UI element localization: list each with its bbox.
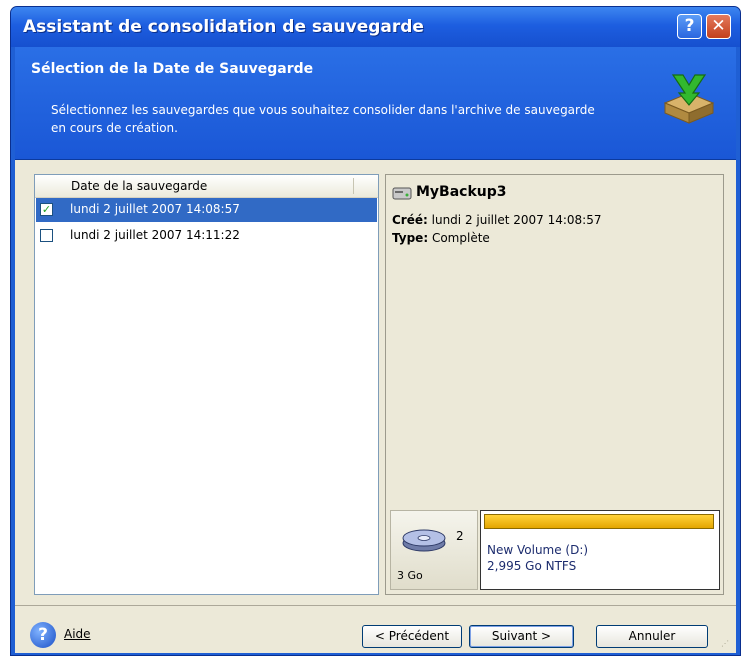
type-value: Complète: [431, 231, 490, 245]
volume-name: New Volume (D:): [487, 543, 589, 557]
type-label: Type:: [392, 231, 429, 245]
wizard-header: Sélection de la Date de Sauvegarde Sélec…: [15, 47, 736, 160]
previous-button[interactable]: < Précédent: [362, 625, 462, 648]
backup-archive-icon: [392, 187, 412, 200]
backup-name: MyBackup3: [416, 184, 507, 200]
backup-checkbox[interactable]: [40, 229, 53, 242]
backup-info-panel: MyBackup3 Créé: lundi 2 juillet 2007 14:…: [385, 174, 724, 595]
backup-checkbox[interactable]: ✓: [40, 203, 53, 216]
footer-divider: [15, 605, 736, 606]
volume-tile[interactable]: New Volume (D:) 2,995 Go NTFS: [480, 510, 720, 590]
volume-size-filesystem: 2,995 Go NTFS: [487, 559, 577, 573]
cancel-button[interactable]: Annuler: [596, 625, 708, 648]
dialog-client: Sélection de la Date de Sauvegarde Sélec…: [15, 47, 736, 653]
wizard-window: Assistant de consolidation de sauvegarde…: [10, 6, 741, 656]
step-title: Sélection de la Date de Sauvegarde: [31, 61, 314, 77]
list-item[interactable]: ✓ lundi 2 juillet 2007 14:08:57: [36, 198, 377, 222]
created-value: lundi 2 juillet 2007 14:08:57: [431, 213, 602, 227]
disk-tile[interactable]: 2 3 Go: [390, 510, 478, 590]
list-item-label: lundi 2 juillet 2007 14:11:22: [70, 228, 240, 242]
backup-date-list[interactable]: Date de la sauvegarde ✓ lundi 2 juillet …: [34, 174, 379, 595]
help-icon[interactable]: ?: [30, 622, 56, 648]
window-title: Assistant de consolidation de sauvegarde: [23, 17, 424, 37]
resize-grip[interactable]: ⋰: [721, 639, 733, 651]
created-line: Créé: lundi 2 juillet 2007 14:08:57: [392, 213, 602, 227]
volume-usage-bar: [484, 514, 714, 529]
close-button[interactable]: ✕: [706, 14, 731, 39]
disk-size: 3 Go: [397, 569, 423, 582]
help-title-button[interactable]: ?: [677, 14, 702, 39]
column-separator[interactable]: [353, 178, 354, 194]
list-item[interactable]: lundi 2 juillet 2007 14:11:22: [36, 224, 377, 248]
consolidate-backup-icon: [663, 74, 715, 124]
title-bar: Assistant de consolidation de sauvegarde…: [11, 7, 740, 47]
created-label: Créé:: [392, 213, 428, 227]
list-column-header[interactable]: Date de la sauvegarde: [35, 175, 378, 198]
step-description: Sélectionnez les sauvegardes que vous so…: [51, 103, 595, 135]
list-item-label: lundi 2 juillet 2007 14:08:57: [70, 202, 240, 216]
hard-disk-icon: [402, 529, 446, 552]
type-line: Type: Complète: [392, 231, 490, 245]
help-link[interactable]: Aide: [64, 627, 91, 641]
next-button[interactable]: Suivant >: [469, 625, 574, 648]
column-header-label: Date de la sauvegarde: [71, 179, 208, 193]
disk-number: 2: [456, 529, 464, 543]
